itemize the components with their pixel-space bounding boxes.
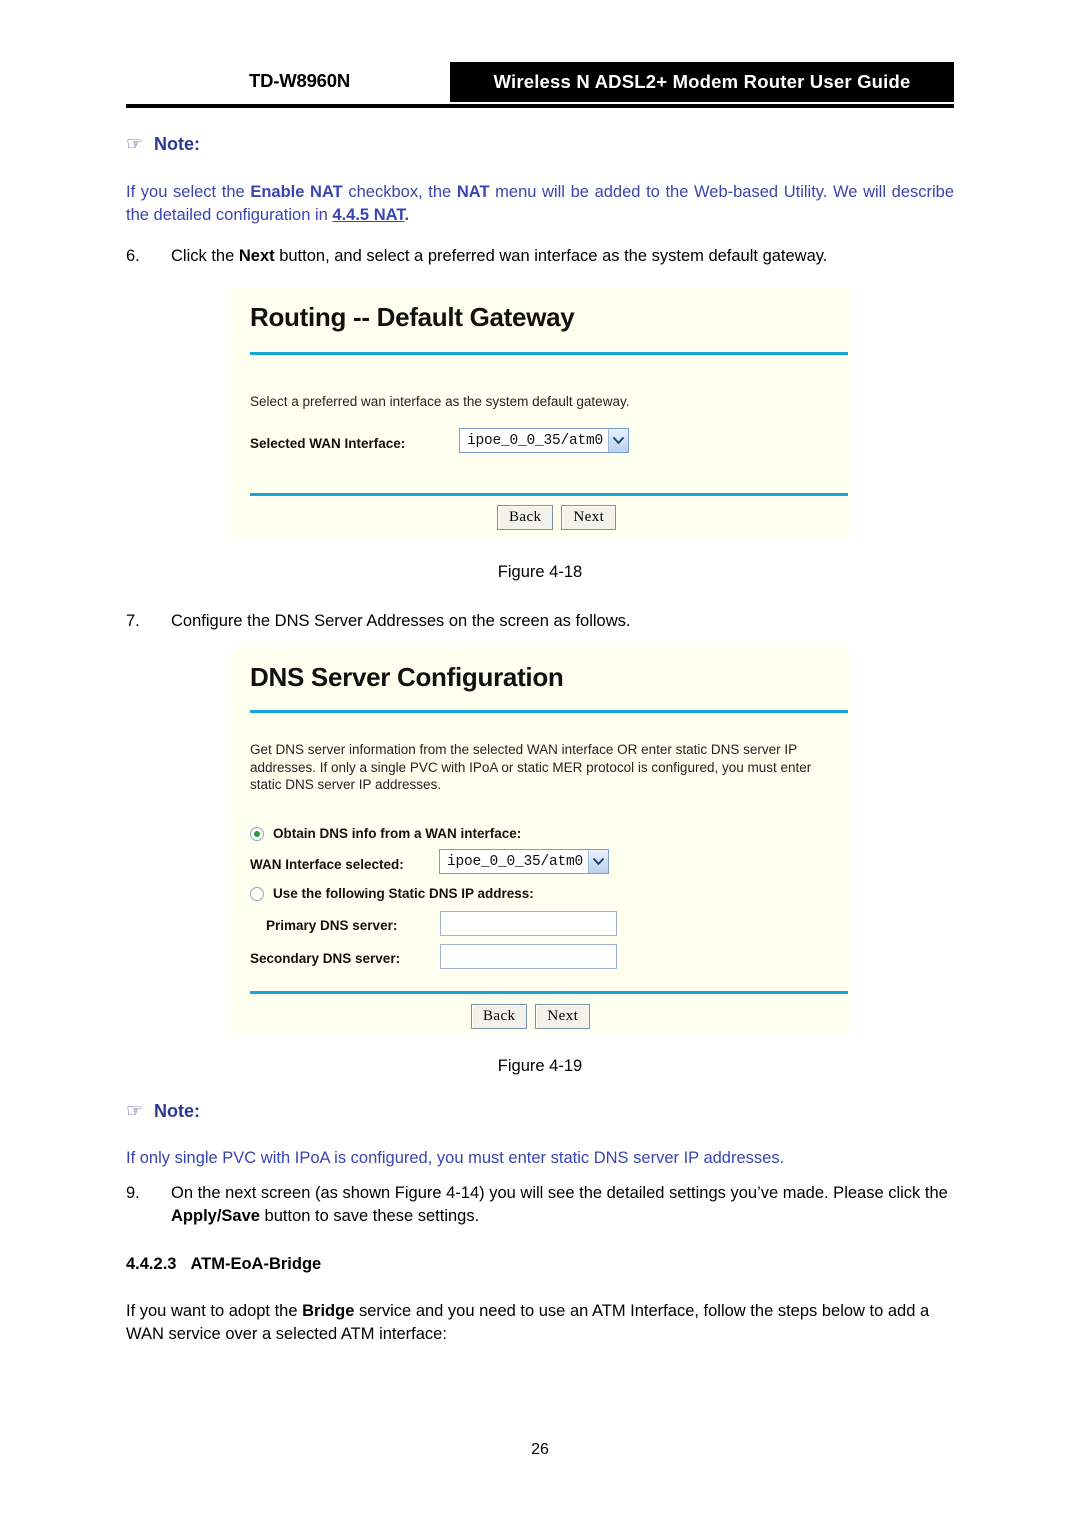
figure19-wan-interface-select[interactable]: ipoe_0_0_35/atm0 bbox=[439, 849, 610, 874]
note1-text-mid1: checkbox, the bbox=[342, 183, 457, 201]
step9-bold-apply-save: Apply/Save bbox=[171, 1207, 260, 1225]
figure19-bottom-divider bbox=[250, 991, 848, 994]
figure19-title: DNS Server Configuration bbox=[250, 662, 564, 692]
figure19-secondary-dns-input[interactable] bbox=[440, 944, 617, 969]
step-6-text: Click the Next button, and select a pref… bbox=[171, 245, 954, 268]
figure19-radio-obtain-dns-row[interactable]: Obtain DNS info from a WAN interface: bbox=[250, 826, 521, 841]
figure19-description: Get DNS server information from the sele… bbox=[250, 742, 812, 792]
header-title-band: Wireless N ADSL2+ Modem Router User Guid… bbox=[450, 62, 954, 102]
figure19-caption: Figure 4-19 bbox=[497, 1057, 583, 1075]
figure18-bottom-divider bbox=[250, 493, 848, 496]
step9-text-before: On the next screen (as shown Figure 4-14… bbox=[171, 1184, 948, 1202]
step-6: 6. Click the Next button, and select a p… bbox=[126, 245, 954, 268]
step6-bold-next: Next bbox=[238, 247, 275, 265]
figure19-top-divider bbox=[250, 710, 848, 713]
note1-bold-enable-nat: Enable NAT bbox=[250, 183, 343, 201]
figure18-wan-interface-value: ipoe_0_0_35/atm0 bbox=[467, 432, 604, 449]
figure18-button-row: Back Next bbox=[497, 505, 617, 530]
page-header: TD-W8960N Wireless N ADSL2+ Modem Router… bbox=[126, 62, 954, 104]
step-7: 7. Configure the DNS Server Addresses on… bbox=[126, 610, 954, 633]
section-title: ATM-EoA-Bridge bbox=[190, 1255, 322, 1273]
pointing-hand-icon: ☞ bbox=[126, 1100, 144, 1122]
step-7-number: 7. bbox=[126, 612, 140, 630]
figure19-radio-obtain-dns-label: Obtain DNS info from a WAN interface: bbox=[273, 826, 522, 841]
step6-text-before: Click the bbox=[171, 247, 239, 265]
figure-routing-default-gateway: Routing -- Default Gateway Select a pref… bbox=[232, 288, 849, 537]
pointing-hand-icon: ☞ bbox=[126, 133, 144, 155]
figure-dns-server-configuration: DNS Server Configuration Get DNS server … bbox=[232, 648, 849, 1033]
figure19-primary-dns-input[interactable] bbox=[440, 911, 617, 936]
note-label-1: Note: bbox=[154, 134, 201, 154]
step-9: 9. On the next screen (as shown Figure 4… bbox=[126, 1182, 954, 1228]
figure19-primary-dns-label: Primary DNS server: bbox=[266, 918, 398, 933]
step-7-text: Configure the DNS Server Addresses on th… bbox=[171, 612, 631, 630]
figure19-wan-interface-label: WAN Interface selected: bbox=[250, 857, 404, 872]
figure18-wan-interface-label: Selected WAN Interface: bbox=[250, 436, 406, 451]
step-9-text: On the next screen (as shown Figure 4-14… bbox=[171, 1182, 954, 1228]
figure18-top-divider bbox=[250, 352, 848, 355]
figure19-next-button[interactable]: Next bbox=[535, 1004, 591, 1029]
step-9-number: 9. bbox=[126, 1184, 140, 1202]
step9-text-after: button to save these settings. bbox=[259, 1207, 480, 1225]
note-label-2: Note: bbox=[154, 1101, 201, 1121]
figure18-wan-interface-select[interactable]: ipoe_0_0_35/atm0 bbox=[459, 428, 630, 453]
figure19-secondary-dns-label: Secondary DNS server: bbox=[250, 951, 401, 966]
figure19-wan-interface-value: ipoe_0_0_35/atm0 bbox=[447, 853, 584, 870]
figure18-back-button[interactable]: Back bbox=[497, 505, 554, 530]
note-heading-1: ☞ Note: bbox=[126, 133, 200, 155]
note-body-1: If you select the Enable NAT checkbox, t… bbox=[126, 181, 954, 227]
section-number: 4.4.2.3 bbox=[126, 1255, 177, 1273]
figure18-caption: Figure 4-18 bbox=[497, 563, 583, 581]
figure19-radio-static-dns-label: Use the following Static DNS IP address: bbox=[273, 886, 534, 901]
chevron-down-icon[interactable] bbox=[588, 850, 609, 873]
page-number: 26 bbox=[531, 1441, 549, 1458]
figure18-title: Routing -- Default Gateway bbox=[250, 302, 575, 332]
body-paragraph-bridge: If you want to adopt the Bridge service … bbox=[126, 1300, 954, 1346]
header-model-name: TD-W8960N bbox=[249, 70, 350, 91]
figure19-button-row: Back Next bbox=[471, 1004, 591, 1029]
note1-bold-nat: NAT bbox=[456, 183, 490, 201]
section-heading-4-4-2-3: 4.4.2.3 ATM-EoA-Bridge bbox=[126, 1255, 321, 1274]
chevron-down-icon[interactable] bbox=[608, 429, 629, 452]
figure19-radio-static-dns-row[interactable]: Use the following Static DNS IP address: bbox=[250, 886, 534, 901]
figure18-next-button[interactable]: Next bbox=[561, 505, 617, 530]
header-divider-rule bbox=[126, 104, 954, 108]
radio-static-dns-icon[interactable] bbox=[250, 886, 264, 901]
figure19-back-button[interactable]: Back bbox=[471, 1004, 528, 1029]
note1-link-445-nat[interactable]: 4.4.5 NAT bbox=[332, 206, 404, 224]
step6-text-after: button, and select a preferred wan inter… bbox=[274, 247, 828, 265]
note-heading-2: ☞ Note: bbox=[126, 1100, 200, 1122]
step-6-number: 6. bbox=[126, 247, 140, 265]
body-text-before: If you want to adopt the bbox=[126, 1302, 303, 1320]
figure18-description: Select a preferred wan interface as the … bbox=[250, 394, 630, 409]
radio-obtain-dns-icon[interactable] bbox=[250, 826, 264, 841]
note1-text-after: . bbox=[404, 206, 410, 224]
note-body-2: If only single PVC with IPoA is configur… bbox=[126, 1149, 785, 1167]
note1-text-before: If you select the bbox=[126, 183, 251, 201]
body-bold-bridge: Bridge bbox=[302, 1302, 355, 1320]
